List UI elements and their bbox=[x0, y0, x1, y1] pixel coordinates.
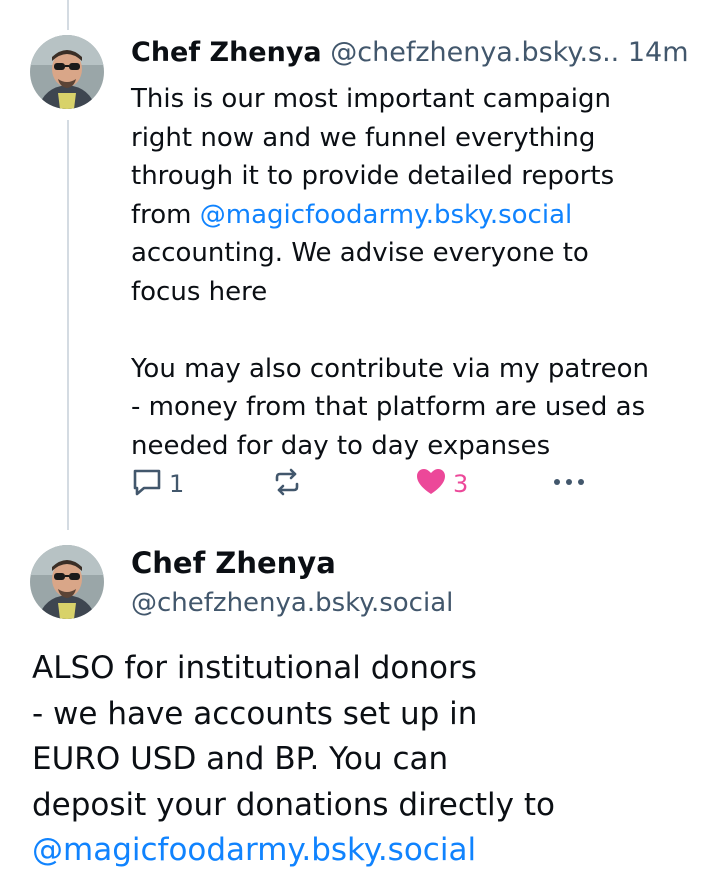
post-header: Chef Zhenya @chefzhenya.bsky.s.. 14m bbox=[131, 36, 711, 70]
post-text-line: through it to provide detailed reports bbox=[131, 161, 615, 191]
like-button[interactable]: 3 bbox=[415, 466, 468, 502]
post-text-line: ALSO for institutional donors bbox=[32, 650, 477, 686]
post-header: Chef Zhenya @chefzhenya.bsky.social bbox=[131, 545, 453, 621]
mention-link[interactable]: @magicfoodarmy.bsky.social bbox=[200, 200, 572, 230]
more-dots-icon bbox=[551, 466, 587, 502]
thread-line bbox=[67, 120, 69, 530]
author-name[interactable]: Chef Zhenya bbox=[131, 37, 322, 68]
mention-link[interactable]: @magicfoodarmy.bsky.social bbox=[32, 828, 692, 874]
repost-button[interactable] bbox=[271, 466, 303, 502]
post-text: This is our most important campaign righ… bbox=[131, 80, 711, 465]
post-text-line: focus here bbox=[131, 276, 268, 307]
author-name[interactable]: Chef Zhenya bbox=[131, 545, 453, 581]
reply-button[interactable]: 1 bbox=[131, 466, 184, 502]
more-options-button[interactable] bbox=[551, 466, 587, 502]
post-text: ALSO for institutional donors - we have … bbox=[32, 646, 692, 874]
post-text-line: This is our most important campaign bbox=[131, 84, 611, 114]
heart-icon bbox=[415, 466, 447, 502]
like-count: 3 bbox=[453, 470, 469, 498]
thread-line-top bbox=[67, 0, 69, 30]
author-handle[interactable]: @chefzhenya.bsky.social bbox=[131, 585, 453, 621]
author-handle[interactable]: @chefzhenya.bsky.s.. bbox=[330, 37, 619, 68]
post-text-fragment: from bbox=[131, 199, 200, 230]
post-time[interactable]: 14m bbox=[628, 37, 689, 68]
post-text-line: You may also contribute via my patreon bbox=[131, 353, 650, 384]
repost-icon bbox=[271, 466, 303, 502]
post-actions: 1 3 bbox=[131, 466, 601, 502]
post-text-line: from @magicfoodarmy.bsky.social bbox=[131, 196, 711, 235]
post-text-line: accounting. We advise everyone to bbox=[131, 238, 589, 268]
post-text-line: EURO USD and BP. You can bbox=[32, 741, 449, 777]
post-text-line: needed for day to day expanses bbox=[131, 430, 551, 461]
avatar[interactable] bbox=[30, 545, 104, 619]
reply-count: 1 bbox=[169, 470, 185, 498]
reply-bubble-icon bbox=[131, 466, 163, 502]
post-text-line: deposit your donations directly to bbox=[32, 786, 555, 823]
post-text-line: - we have accounts set up in bbox=[32, 695, 478, 732]
avatar[interactable] bbox=[30, 35, 104, 109]
post-text-line: - money from that platform are used as bbox=[131, 392, 646, 422]
post-text-line: right now and we funnel everything bbox=[131, 122, 596, 153]
